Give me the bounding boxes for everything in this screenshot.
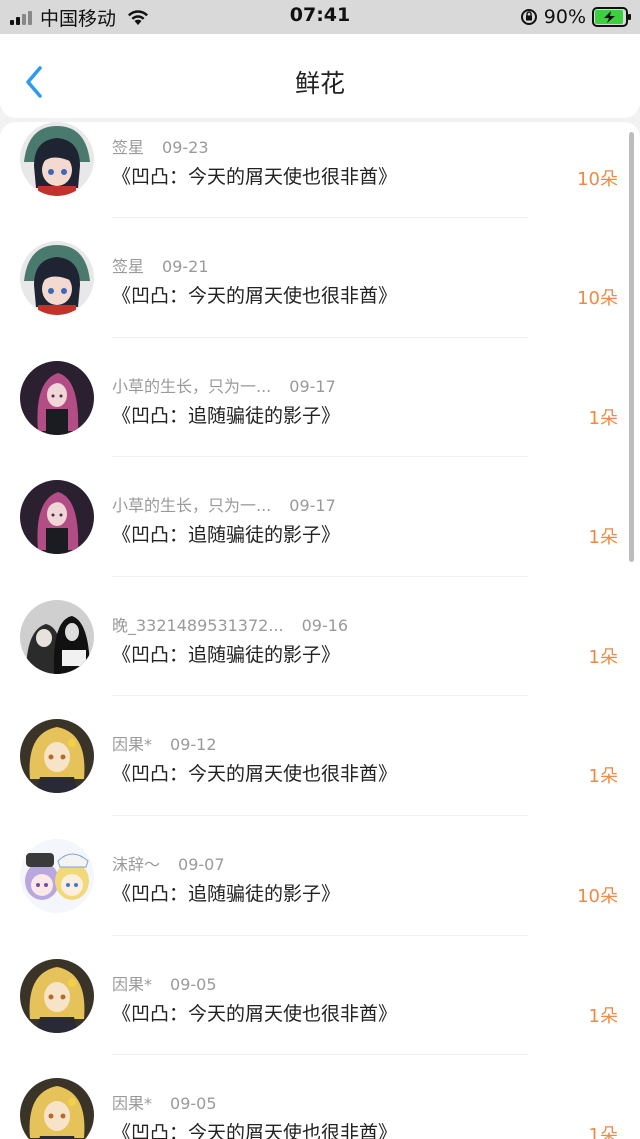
avatar[interactable]: [20, 1078, 94, 1139]
nav-bar: 鲜花: [0, 34, 640, 118]
list-item[interactable]: 因果* 09-05 《凹凸：今天的屑天使也很非酋》 1朵: [0, 1055, 640, 1139]
user-name: 沫辞～: [112, 854, 161, 874]
status-bar: 中国移动 07:41 90%: [0, 0, 640, 34]
date: 09-16: [301, 615, 349, 635]
list-item[interactable]: 签星 09-23 《凹凸：今天的屑天使也很非酋》 10朵: [0, 122, 640, 218]
date: 09-05: [170, 974, 217, 994]
work-title: 《凹凸：今天的屑天使也很非酋》: [112, 1002, 398, 1025]
work-title: 《凹凸：今天的屑天使也很非酋》: [112, 166, 398, 188]
work-title: 《凹凸：今天的屑天使也很非酋》: [112, 1122, 398, 1139]
battery-charging-icon: [592, 7, 631, 27]
user-name: 因果*: [112, 974, 153, 994]
date: 09-23: [162, 138, 209, 157]
avatar[interactable]: [20, 719, 94, 794]
list-item[interactable]: 因果* 09-12 《凹凸：今天的屑天使也很非酋》 1朵: [0, 696, 640, 816]
user-name: 小草的生长，只为一...: [112, 376, 272, 396]
work-title: 《凹凸：今天的屑天使也很非酋》: [112, 285, 398, 307]
flower-count: 1朵: [588, 407, 618, 429]
flower-gift-list[interactable]: 签星 09-23 《凹凸：今天的屑天使也很非酋》 10朵 签星 09-21 《凹凸：今天的屑…: [0, 122, 640, 1139]
user-name: 因果*: [112, 1094, 153, 1114]
date: 09-07: [178, 854, 225, 874]
work-title: 《凹凸：追随骗徒的影子》: [112, 404, 341, 427]
list-item[interactable]: 沫辞～ 09-07 《凹凸：追随骗徒的影子》 10朵: [0, 816, 640, 936]
page-title: 鲜花: [294, 69, 345, 98]
avatar[interactable]: [20, 480, 94, 555]
flower-count: 1朵: [588, 1125, 618, 1139]
user-name: 小草的生长，只为一...: [112, 496, 272, 516]
avatar[interactable]: [20, 958, 94, 1033]
work-title: 《凹凸：追随骗徒的影子》: [112, 524, 341, 547]
list-item[interactable]: 小草的生长，只为一... 09-17 《凹凸：追随骗徒的影子》 1朵: [0, 457, 640, 577]
flower-count: 1朵: [588, 766, 618, 788]
user-name: 因果*: [112, 735, 153, 755]
flower-count: 10朵: [577, 169, 618, 190]
date: 09-21: [162, 257, 209, 276]
avatar[interactable]: [20, 599, 94, 674]
flower-count: 10朵: [577, 885, 618, 907]
avatar[interactable]: [20, 122, 94, 196]
date: 09-05: [170, 1094, 217, 1114]
avatar[interactable]: [20, 838, 94, 913]
user-name: 晚_3321489531372...: [112, 615, 284, 635]
date: 09-12: [170, 735, 217, 755]
flower-count: 1朵: [588, 646, 618, 668]
work-title: 《凹凸：追随骗徒的影子》: [112, 643, 341, 666]
avatar[interactable]: [20, 241, 94, 315]
flower-count: 10朵: [577, 288, 618, 309]
list-item[interactable]: 晚_3321489531372... 09-16 《凹凸：追随骗徒的影子》 1朵: [0, 577, 640, 697]
flower-count: 1朵: [588, 1005, 618, 1027]
flower-count: 1朵: [588, 527, 618, 549]
avatar[interactable]: [20, 360, 94, 435]
work-title: 《凹凸：追随骗徒的影子》: [112, 882, 341, 905]
list-item[interactable]: 签星 09-21 《凹凸：今天的屑天使也很非酋》 10朵: [0, 218, 640, 338]
date: 09-17: [289, 496, 336, 516]
list-item[interactable]: 小草的生长，只为一... 09-17 《凹凸：追随骗徒的影子》 1朵: [0, 338, 640, 458]
user-name: 签星: [112, 138, 145, 157]
list-item[interactable]: 因果* 09-05 《凹凸：今天的屑天使也很非酋》 1朵: [0, 936, 640, 1056]
user-name: 签星: [112, 257, 145, 276]
battery-percent: 90%: [543, 6, 586, 28]
scrollbar[interactable]: [629, 132, 634, 562]
work-title: 《凹凸：今天的屑天使也很非酋》: [112, 763, 398, 786]
rotation-lock-icon: [520, 9, 537, 25]
date: 09-17: [289, 376, 336, 396]
